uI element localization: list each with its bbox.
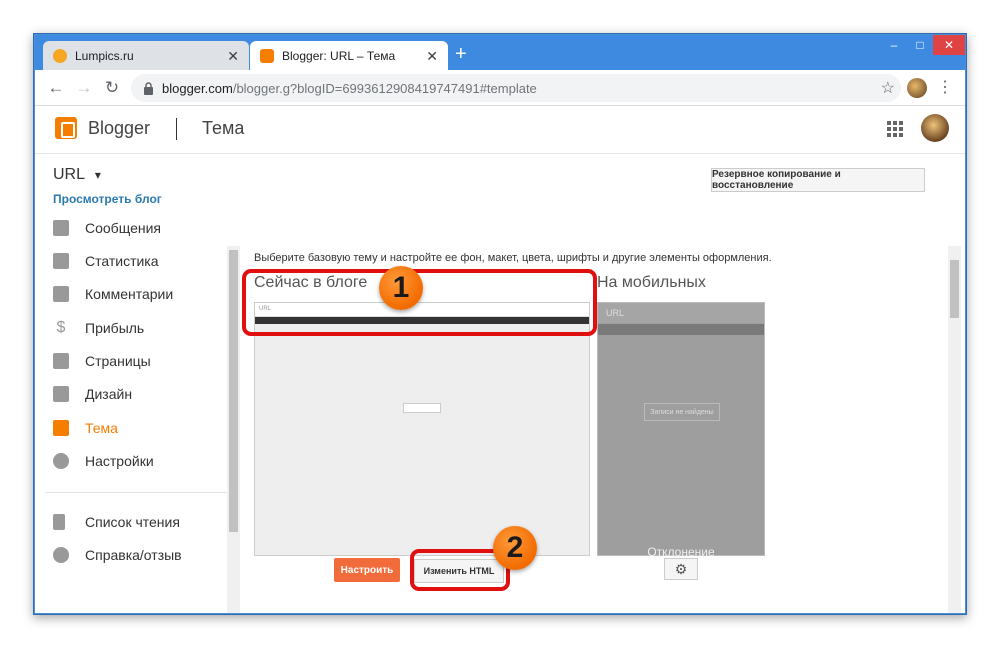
theme-intro-text: Выберите базовую тему и настройте ее фон… <box>254 252 772 264</box>
stats-icon <box>53 253 69 269</box>
tab-label: Lumpics.ru <box>75 49 134 63</box>
browser-profile-avatar[interactable] <box>907 78 927 98</box>
sidebar-item-label: Дизайн <box>85 386 133 402</box>
sidebar-item-label: Статистика <box>85 253 159 269</box>
preview-empty-message: Записи не найдены <box>644 403 720 421</box>
customize-button[interactable]: Настроить <box>334 558 400 582</box>
back-icon[interactable]: ← <box>45 77 67 99</box>
pages-icon <box>53 353 69 369</box>
maximize-icon[interactable]: □ <box>907 35 933 55</box>
preview-message <box>403 403 441 413</box>
blogger-favicon-icon <box>260 49 274 63</box>
close-window-icon[interactable]: ✕ <box>933 35 965 55</box>
sidebar-item-label: Комментарии <box>85 286 174 302</box>
scrollbar-thumb[interactable] <box>950 260 959 318</box>
avatar[interactable] <box>921 114 949 142</box>
step-badge-1: 1 <box>379 266 423 310</box>
minimize-icon[interactable]: – <box>881 35 907 55</box>
tab-close-icon[interactable]: ✕ <box>227 48 239 65</box>
browser-window: Lumpics.ru ✕ Blogger: URL – Тема ✕ + – □… <box>33 33 967 615</box>
sidebar-scrollbar[interactable] <box>227 246 240 613</box>
sidebar-item-label: Справка/отзыв <box>85 547 182 563</box>
url-host: blogger.com <box>162 80 233 96</box>
sidebar-item-reading-list[interactable]: Список чтения <box>53 510 180 534</box>
help-icon <box>53 547 69 563</box>
sidebar-item-comments[interactable]: Комментарии <box>53 282 173 306</box>
page-title: Тема <box>202 118 245 138</box>
sidebar-item-theme[interactable]: Тема <box>53 416 118 440</box>
sidebar-item-settings[interactable]: Настройки <box>53 449 154 473</box>
sidebar: Сообщения Статистика Комментарии $ Прибы… <box>35 212 227 613</box>
sidebar-item-label: Сообщения <box>85 220 161 236</box>
new-tab-icon[interactable]: + <box>455 43 467 66</box>
tab-label: Blogger: URL – Тема <box>282 49 396 63</box>
lumpics-favicon-icon <box>53 49 67 63</box>
layout-icon <box>53 386 69 402</box>
desktop-theme-preview[interactable]: URL <box>254 302 590 556</box>
tab-strip: Lumpics.ru ✕ Blogger: URL – Тема ✕ + – □… <box>35 35 965 71</box>
mobile-section-title: На мобильных <box>597 274 706 291</box>
view-blog-link[interactable]: Просмотреть блог <box>53 192 162 206</box>
settings-icon <box>53 453 69 469</box>
preview-footer: Отклонение <box>647 545 715 559</box>
preview-nav-bar <box>598 324 764 335</box>
preview-header: URL <box>598 303 764 323</box>
comments-icon <box>53 286 69 302</box>
brand-name[interactable]: Blogger <box>88 118 150 139</box>
sidebar-item-posts[interactable]: Сообщения <box>53 216 161 240</box>
lock-icon <box>144 81 153 95</box>
chevron-down-icon: ▾ <box>94 168 101 182</box>
page-content: Blogger Тема URL ▾ Просмотреть блог Резе… <box>35 106 965 613</box>
step-badge-2: 2 <box>493 526 537 570</box>
mobile-settings-button[interactable]: ⚙ <box>664 558 698 580</box>
main-scrollbar[interactable] <box>948 246 961 613</box>
sidebar-item-pages[interactable]: Страницы <box>53 349 151 373</box>
bookmark-icon <box>53 514 65 530</box>
address-bar[interactable]: blogger.com/blogger.g?blogID=69936129084… <box>131 74 901 102</box>
sidebar-item-label: Страницы <box>85 353 151 369</box>
reload-icon[interactable]: ↻ <box>101 77 123 99</box>
tab-close-icon[interactable]: ✕ <box>426 48 438 65</box>
browser-menu-icon[interactable]: ⋮ <box>937 77 953 97</box>
blog-name: URL <box>53 166 85 183</box>
forward-icon[interactable]: → <box>73 77 95 99</box>
posts-icon <box>53 220 69 236</box>
tab-blogger[interactable]: Blogger: URL – Тема ✕ <box>250 41 448 71</box>
blog-selector[interactable]: URL ▾ <box>53 166 101 184</box>
tab-lumpics[interactable]: Lumpics.ru ✕ <box>43 41 249 71</box>
apps-grid-icon[interactable] <box>887 121 903 137</box>
sidebar-item-label: Тема <box>85 420 118 436</box>
theme-icon <box>53 420 69 436</box>
sidebar-divider <box>45 492 227 493</box>
blogger-logo-icon[interactable] <box>55 117 77 139</box>
blogger-header: Blogger Тема <box>35 106 965 154</box>
sidebar-item-label: Прибыль <box>85 320 145 336</box>
bookmark-star-icon[interactable]: ☆ <box>881 78 895 98</box>
sidebar-item-stats[interactable]: Статистика <box>53 249 159 273</box>
dollar-icon: $ <box>56 319 66 336</box>
preview-blog-title: URL <box>606 308 625 318</box>
mobile-theme-preview[interactable]: URL Записи не найдены Отклонение <box>597 302 765 559</box>
url-path: /blogger.g?blogID=6993612908419747491#te… <box>232 80 537 96</box>
sidebar-item-layout[interactable]: Дизайн <box>53 382 132 406</box>
gear-icon: ⚙ <box>674 560 688 577</box>
browser-toolbar: ← → ↻ blogger.com/blogger.g?blogID=69936… <box>35 70 965 106</box>
sidebar-item-label: Список чтения <box>85 514 180 530</box>
header-divider <box>176 118 177 140</box>
scrollbar-thumb[interactable] <box>229 250 238 532</box>
sidebar-item-label: Настройки <box>85 453 154 469</box>
sidebar-item-earnings[interactable]: $ Прибыль <box>53 316 145 340</box>
backup-restore-button[interactable]: Резервное копирование и восстановление <box>711 168 925 192</box>
sidebar-item-help[interactable]: Справка/отзыв <box>53 543 182 567</box>
